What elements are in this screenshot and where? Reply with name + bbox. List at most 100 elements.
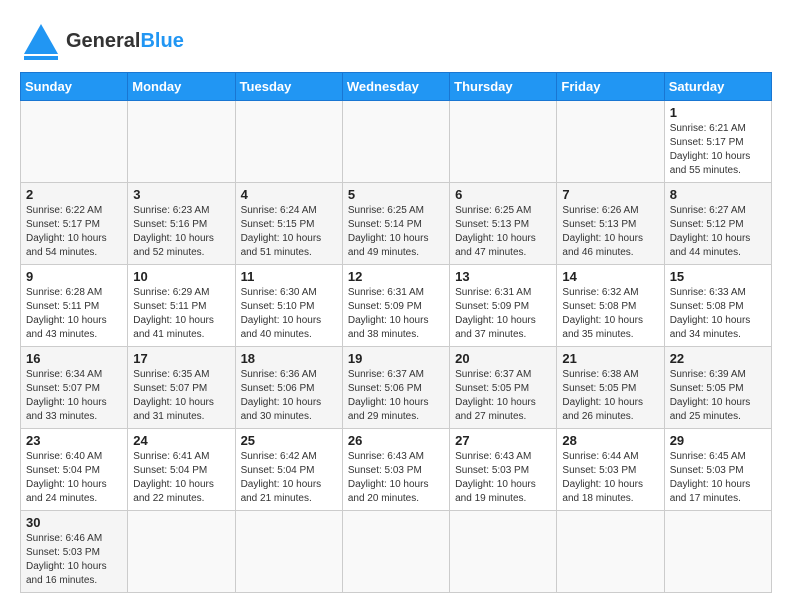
day-cell: 28Sunrise: 6:44 AM Sunset: 5:03 PM Dayli… bbox=[557, 429, 664, 511]
day-cell: 17Sunrise: 6:35 AM Sunset: 5:07 PM Dayli… bbox=[128, 347, 235, 429]
day-cell bbox=[450, 511, 557, 593]
day-cell bbox=[557, 511, 664, 593]
day-cell: 10 Sunrise: 6:29 AM Sunset: 5:11 PM Dayli… bbox=[128, 265, 235, 347]
day-cell bbox=[450, 101, 557, 183]
day-number: 6 bbox=[455, 187, 551, 202]
day-number: 15 bbox=[670, 269, 766, 284]
day-number: 24 bbox=[133, 433, 229, 448]
day-number: 13 bbox=[455, 269, 551, 284]
day-number: 9 bbox=[26, 269, 122, 284]
day-cell: 4 Sunrise: 6:24 AM Sunset: 5:15 PM Daylig… bbox=[235, 183, 342, 265]
day-cell: 13Sunrise: 6:31 AM Sunset: 5:09 PM Dayli… bbox=[450, 265, 557, 347]
day-cell: 18Sunrise: 6:36 AM Sunset: 5:06 PM Dayli… bbox=[235, 347, 342, 429]
day-number: 7 bbox=[562, 187, 658, 202]
day-number: 30 bbox=[26, 515, 122, 530]
day-cell: 24 Sunrise: 6:41 AM Sunset: 5:04 PM Dayli… bbox=[128, 429, 235, 511]
day-number: 12 bbox=[348, 269, 444, 284]
day-info: Sunrise: 6:29 AM Sunset: 5:11 PM Dayligh… bbox=[133, 286, 229, 342]
week-row-2: 9 Sunrise: 6:28 AM Sunset: 5:11 PM Daylig… bbox=[21, 265, 772, 347]
week-row-3: 16Sunrise: 6:34 AM Sunset: 5:07 PM Dayli… bbox=[21, 347, 772, 429]
day-info: Sunrise: 6:38 AM Sunset: 5:05 PM Dayligh… bbox=[562, 368, 658, 424]
day-number: 17 bbox=[133, 351, 229, 366]
day-number: 11 bbox=[241, 269, 337, 284]
day-number: 1 bbox=[670, 105, 766, 120]
day-cell bbox=[128, 101, 235, 183]
logo: GeneralBlue bbox=[20, 20, 184, 62]
day-info: Sunrise: 6:28 AM Sunset: 5:11 PM Dayligh… bbox=[26, 286, 122, 342]
day-info: Sunrise: 6:46 AM Sunset: 5:03 PM Dayligh… bbox=[26, 532, 122, 588]
day-cell: 1 Sunrise: 6:21 AM Sunset: 5:17 PM Daylig… bbox=[664, 101, 771, 183]
week-row-1: 2Sunrise: 6:22 AM Sunset: 5:17 PM Daylig… bbox=[21, 183, 772, 265]
day-number: 26 bbox=[348, 433, 444, 448]
day-cell: 26Sunrise: 6:43 AM Sunset: 5:03 PM Dayli… bbox=[342, 429, 449, 511]
day-cell: 22Sunrise: 6:39 AM Sunset: 5:05 PM Dayli… bbox=[664, 347, 771, 429]
day-info: Sunrise: 6:40 AM Sunset: 5:04 PM Dayligh… bbox=[26, 450, 122, 506]
day-info: Sunrise: 6:44 AM Sunset: 5:03 PM Dayligh… bbox=[562, 450, 658, 506]
day-cell: 20 Sunrise: 6:37 AM Sunset: 5:05 PM Dayli… bbox=[450, 347, 557, 429]
day-number: 4 bbox=[241, 187, 337, 202]
day-cell: 19Sunrise: 6:37 AM Sunset: 5:06 PM Dayli… bbox=[342, 347, 449, 429]
day-info: Sunrise: 6:24 AM Sunset: 5:15 PM Dayligh… bbox=[241, 204, 337, 260]
day-number: 29 bbox=[670, 433, 766, 448]
day-number: 18 bbox=[241, 351, 337, 366]
day-number: 8 bbox=[670, 187, 766, 202]
day-cell: 8 Sunrise: 6:27 AM Sunset: 5:12 PM Daylig… bbox=[664, 183, 771, 265]
day-cell bbox=[342, 101, 449, 183]
day-cell: 6 Sunrise: 6:25 AM Sunset: 5:13 PM Daylig… bbox=[450, 183, 557, 265]
calendar-header: SundayMondayTuesdayWednesdayThursdayFrid… bbox=[21, 73, 772, 101]
header-cell-monday: Monday bbox=[128, 73, 235, 101]
day-cell: 12 Sunrise: 6:31 AM Sunset: 5:09 PM Dayli… bbox=[342, 265, 449, 347]
header-cell-thursday: Thursday bbox=[450, 73, 557, 101]
day-info: Sunrise: 6:27 AM Sunset: 5:12 PM Dayligh… bbox=[670, 204, 766, 260]
day-cell bbox=[235, 101, 342, 183]
day-cell: 11 Sunrise: 6:30 AM Sunset: 5:10 PM Dayli… bbox=[235, 265, 342, 347]
day-cell: 25Sunrise: 6:42 AM Sunset: 5:04 PM Dayli… bbox=[235, 429, 342, 511]
day-cell: 21 Sunrise: 6:38 AM Sunset: 5:05 PM Dayli… bbox=[557, 347, 664, 429]
day-info: Sunrise: 6:21 AM Sunset: 5:17 PM Dayligh… bbox=[670, 122, 766, 178]
week-row-0: 1 Sunrise: 6:21 AM Sunset: 5:17 PM Daylig… bbox=[21, 101, 772, 183]
day-number: 27 bbox=[455, 433, 551, 448]
day-number: 10 bbox=[133, 269, 229, 284]
day-number: 5 bbox=[348, 187, 444, 202]
day-cell: 2Sunrise: 6:22 AM Sunset: 5:17 PM Daylig… bbox=[21, 183, 128, 265]
day-number: 21 bbox=[562, 351, 658, 366]
day-info: Sunrise: 6:39 AM Sunset: 5:05 PM Dayligh… bbox=[670, 368, 766, 424]
logo-icon bbox=[20, 20, 62, 62]
day-info: Sunrise: 6:22 AM Sunset: 5:17 PM Dayligh… bbox=[26, 204, 122, 260]
day-info: Sunrise: 6:37 AM Sunset: 5:06 PM Dayligh… bbox=[348, 368, 444, 424]
day-info: Sunrise: 6:30 AM Sunset: 5:10 PM Dayligh… bbox=[241, 286, 337, 342]
day-cell: 5Sunrise: 6:25 AM Sunset: 5:14 PM Daylig… bbox=[342, 183, 449, 265]
day-cell: 23 Sunrise: 6:40 AM Sunset: 5:04 PM Dayli… bbox=[21, 429, 128, 511]
day-info: Sunrise: 6:41 AM Sunset: 5:04 PM Dayligh… bbox=[133, 450, 229, 506]
header-cell-saturday: Saturday bbox=[664, 73, 771, 101]
day-number: 16 bbox=[26, 351, 122, 366]
day-cell bbox=[235, 511, 342, 593]
day-cell: 14 Sunrise: 6:32 AM Sunset: 5:08 PM Dayli… bbox=[557, 265, 664, 347]
header-cell-wednesday: Wednesday bbox=[342, 73, 449, 101]
day-cell: 9 Sunrise: 6:28 AM Sunset: 5:11 PM Daylig… bbox=[21, 265, 128, 347]
calendar-table: SundayMondayTuesdayWednesdayThursdayFrid… bbox=[20, 72, 772, 593]
header-row: SundayMondayTuesdayWednesdayThursdayFrid… bbox=[21, 73, 772, 101]
day-number: 23 bbox=[26, 433, 122, 448]
day-info: Sunrise: 6:33 AM Sunset: 5:08 PM Dayligh… bbox=[670, 286, 766, 342]
week-row-4: 23 Sunrise: 6:40 AM Sunset: 5:04 PM Dayli… bbox=[21, 429, 772, 511]
day-info: Sunrise: 6:43 AM Sunset: 5:03 PM Dayligh… bbox=[455, 450, 551, 506]
day-cell bbox=[557, 101, 664, 183]
day-cell bbox=[21, 101, 128, 183]
day-cell: 16Sunrise: 6:34 AM Sunset: 5:07 PM Dayli… bbox=[21, 347, 128, 429]
day-info: Sunrise: 6:26 AM Sunset: 5:13 PM Dayligh… bbox=[562, 204, 658, 260]
day-number: 3 bbox=[133, 187, 229, 202]
day-cell: 27 Sunrise: 6:43 AM Sunset: 5:03 PM Dayli… bbox=[450, 429, 557, 511]
day-cell: 30 Sunrise: 6:46 AM Sunset: 5:03 PM Dayli… bbox=[21, 511, 128, 593]
day-cell: 15 Sunrise: 6:33 AM Sunset: 5:08 PM Dayli… bbox=[664, 265, 771, 347]
day-cell: 7 Sunrise: 6:26 AM Sunset: 5:13 PM Daylig… bbox=[557, 183, 664, 265]
day-number: 20 bbox=[455, 351, 551, 366]
day-number: 14 bbox=[562, 269, 658, 284]
day-info: Sunrise: 6:31 AM Sunset: 5:09 PM Dayligh… bbox=[348, 286, 444, 342]
header-cell-tuesday: Tuesday bbox=[235, 73, 342, 101]
day-info: Sunrise: 6:42 AM Sunset: 5:04 PM Dayligh… bbox=[241, 450, 337, 506]
day-info: Sunrise: 6:32 AM Sunset: 5:08 PM Dayligh… bbox=[562, 286, 658, 342]
day-info: Sunrise: 6:37 AM Sunset: 5:05 PM Dayligh… bbox=[455, 368, 551, 424]
calendar-body: 1 Sunrise: 6:21 AM Sunset: 5:17 PM Daylig… bbox=[21, 101, 772, 593]
day-info: Sunrise: 6:25 AM Sunset: 5:13 PM Dayligh… bbox=[455, 204, 551, 260]
